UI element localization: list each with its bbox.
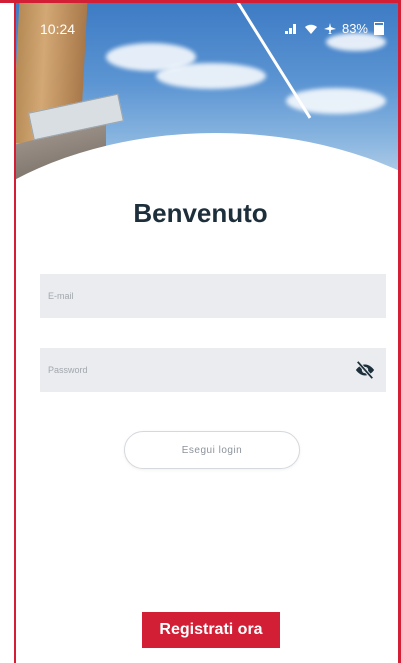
login-button[interactable]: Esegui login [124,431,300,469]
password-field-container [40,348,386,392]
airplane-icon [323,22,336,34]
password-field[interactable] [40,348,386,392]
page-title: Benvenuto [133,198,268,228]
wifi-icon [304,24,317,34]
battery-percentage: 83% [341,21,368,36]
status-bar: 10:24 83% [16,3,398,43]
email-field-container [40,274,386,318]
frame-top-border [0,0,401,3]
eye-slash-icon[interactable] [354,360,376,380]
email-field[interactable] [40,274,386,318]
status-time: 10:24 [40,21,76,37]
signal-icon [284,23,296,34]
login-screen: 10:24 83% Benvenuto Esegui log [0,0,401,663]
status-icons: 83% [284,21,384,36]
frame-left-border [14,0,16,663]
register-button[interactable]: Registrati ora [142,612,280,648]
battery-icon [374,22,384,35]
